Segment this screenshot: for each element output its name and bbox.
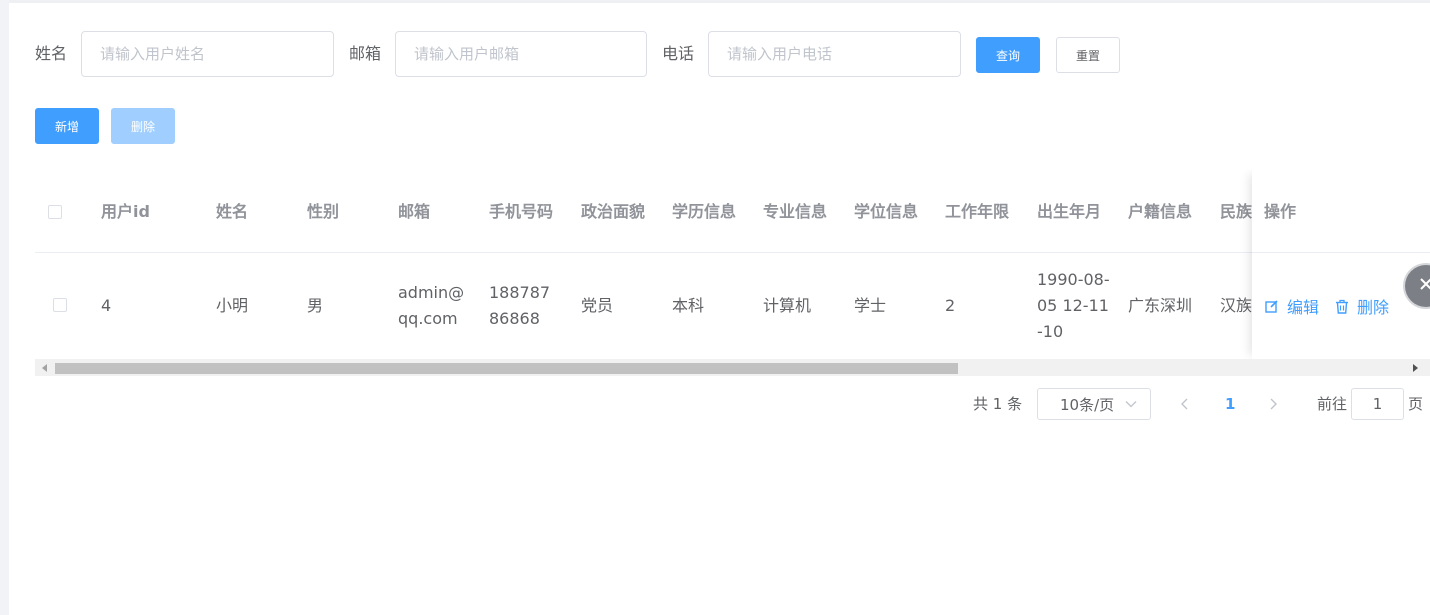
cell-id: 4 xyxy=(101,296,112,315)
operations-column: 操作 编辑 删除 xyxy=(1252,170,1430,359)
name-input[interactable] xyxy=(81,31,334,77)
name-label: 姓名 xyxy=(35,44,68,63)
column-header-phone: 手机号码 xyxy=(489,202,554,221)
column-header-hukou: 户籍信息 xyxy=(1128,202,1193,221)
horizontal-scrollbar[interactable] xyxy=(35,359,1430,376)
column-header-gender: 性别 xyxy=(307,202,340,221)
batch-delete-button[interactable]: 删除 xyxy=(111,108,175,144)
email-label: 邮箱 xyxy=(349,44,382,63)
pagination-page-1[interactable]: 1 xyxy=(1225,394,1235,414)
column-header-operations: 操作 xyxy=(1264,202,1297,221)
row-checkbox[interactable] xyxy=(53,298,67,312)
column-header-email: 邮箱 xyxy=(398,202,431,221)
delete-icon xyxy=(1336,299,1348,314)
column-header-major: 专业信息 xyxy=(763,202,828,221)
column-header-name: 姓名 xyxy=(216,202,249,221)
column-header-ethnicity: 民族 xyxy=(1220,202,1253,221)
top-strip xyxy=(0,0,1430,3)
scroll-right-arrow[interactable] xyxy=(1413,364,1418,372)
cell-political: 党员 xyxy=(581,296,614,315)
chevron-down-icon xyxy=(1125,401,1137,408)
goto-page-input[interactable] xyxy=(1351,388,1404,420)
column-header-political: 政治面貌 xyxy=(581,202,646,221)
row-delete-button[interactable]: 删除 xyxy=(1335,253,1389,359)
left-strip xyxy=(0,0,9,615)
cell-hukou: 广东深圳 xyxy=(1128,296,1193,315)
column-header-work-years: 工作年限 xyxy=(945,202,1010,221)
chevron-right-icon[interactable] xyxy=(1268,398,1278,410)
phone-input[interactable] xyxy=(708,31,961,77)
email-input[interactable] xyxy=(395,31,647,77)
cell-degree: 学士 xyxy=(854,296,887,315)
page-size-select[interactable]: 10条/页 xyxy=(1037,388,1151,420)
add-button[interactable]: 新增 xyxy=(35,108,99,144)
column-header-education: 学历信息 xyxy=(672,202,737,221)
edit-label: 编辑 xyxy=(1287,298,1320,317)
column-header-id: 用户id xyxy=(101,202,150,221)
cell-birth: 1990-08-05 12-11-10 xyxy=(1037,270,1110,341)
column-header-degree: 学位信息 xyxy=(854,202,919,221)
cell-work-years: 2 xyxy=(945,296,956,315)
cell-major: 计算机 xyxy=(763,296,812,315)
reset-button[interactable]: 重置 xyxy=(1056,37,1120,73)
cell-email: admin@qq.com xyxy=(398,283,465,328)
cell-name: 小明 xyxy=(216,296,249,315)
cell-phone: 18878786868 xyxy=(489,283,551,328)
phone-label: 电话 xyxy=(662,44,695,63)
cell-gender: 男 xyxy=(307,296,324,315)
page-unit-label: 页 xyxy=(1408,395,1424,413)
cell-education: 本科 xyxy=(672,296,705,315)
chevron-left-icon[interactable] xyxy=(1180,398,1190,410)
edit-button[interactable]: 编辑 xyxy=(1265,253,1319,359)
column-header-birth: 出生年月 xyxy=(1037,202,1102,221)
scroll-left-arrow[interactable] xyxy=(42,364,47,372)
edit-icon xyxy=(1265,300,1278,313)
close-icon xyxy=(1420,278,1430,290)
scrollbar-thumb[interactable] xyxy=(55,363,958,374)
page-size-value: 10条/页 xyxy=(1060,395,1115,414)
pagination-total: 共 1 条 xyxy=(973,395,1023,413)
user-table: 用户id 姓名 性别 邮箱 手机号码 政治面貌 学历信息 专业信息 学位信息 工… xyxy=(35,170,1430,376)
query-button[interactable]: 查询 xyxy=(976,37,1040,73)
select-all-checkbox[interactable] xyxy=(48,205,62,219)
goto-label: 前往 xyxy=(1317,395,1348,413)
close-drawer-button[interactable] xyxy=(1405,265,1430,307)
delete-label: 删除 xyxy=(1357,298,1390,317)
